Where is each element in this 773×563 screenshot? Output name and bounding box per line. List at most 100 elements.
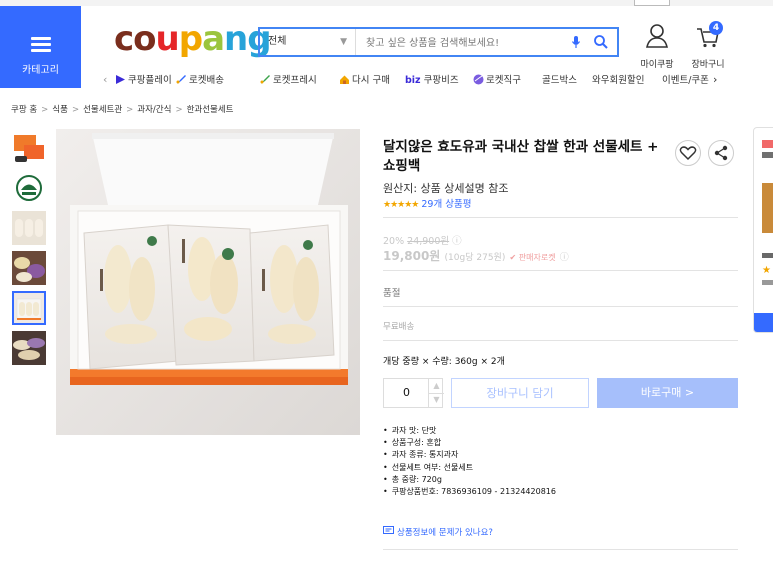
sold-out-label: 품절 [383, 288, 401, 299]
logo-letter: n [224, 19, 248, 59]
review-count-link[interactable]: 29개 상품평 [421, 199, 471, 210]
thumbnail-6[interactable] [12, 331, 46, 365]
mypage-button[interactable]: 마이쿠팡 [640, 23, 674, 70]
star-rating-icon: ★★★★★ [383, 200, 419, 210]
thumbnail-2-haccp[interactable] [12, 171, 46, 205]
logo-letter: u [155, 19, 180, 59]
side-recommendation-panel[interactable]: ★ [753, 127, 773, 333]
heart-icon [679, 146, 697, 161]
chevron-down-icon: ▼ [340, 37, 347, 47]
divider [383, 549, 738, 550]
quantity-up-icon[interactable]: ▲ [428, 379, 444, 394]
attribute-item: 쿠팡상품번호: 7836936109 - 21324420816 [383, 486, 556, 498]
rating-summary[interactable]: ★★★★★ 29개 상품평 [383, 196, 471, 210]
quantity-value[interactable]: 0 [384, 379, 429, 407]
nav-next-icon[interactable]: › [713, 73, 717, 86]
nav-item-buy-again[interactable]: 다시 구매 [339, 72, 390, 86]
thumbnail-5-selected[interactable] [12, 291, 46, 325]
house-icon [340, 75, 349, 84]
divider [383, 306, 738, 307]
breadcrumb: 쿠팡 홈 > 식품 > 선물세트관 > 과자/간식 > 한과선물세트 [11, 105, 234, 115]
side-product-image [762, 183, 773, 233]
breadcrumb-item[interactable]: 과자/간식 [137, 105, 171, 115]
nav-item-rocket-global[interactable]: 로켓직구 [473, 72, 521, 86]
main-product-image[interactable] [56, 129, 360, 435]
breadcrumb-item[interactable]: 한과선물세트 [187, 105, 234, 115]
product-title: 달지않은 효도유과 국내산 찹쌀 한과 선물세트 + 쇼핑백 [383, 139, 659, 174]
nav-item-coupang-play[interactable]: 쿠팡플레이 [115, 72, 172, 86]
side-panel-text [762, 152, 773, 158]
info-icon[interactable]: ⓘ [560, 253, 569, 263]
chat-icon [383, 526, 394, 534]
divider [383, 270, 738, 271]
user-icon [646, 24, 668, 48]
share-icon [714, 145, 728, 161]
thumbnail-1[interactable] [12, 131, 46, 165]
microphone-icon[interactable] [571, 35, 581, 50]
product-attributes: 과자 맛: 단맛 상품구성: 혼합 과자 종류: 통지과자 선물세트 여부: 선… [383, 425, 556, 498]
origin-info: 원산지: 상품 상세설명 참조 [383, 182, 509, 195]
logo-letter: a [202, 19, 225, 59]
quantity-info: 개당 중량 × 수량: 360g × 2개 [383, 357, 505, 367]
report-problem-link[interactable]: 상품정보에 문제가 있나요? [383, 526, 493, 538]
quantity-stepper[interactable]: 0 ▲ ▼ [383, 378, 444, 408]
info-icon[interactable]: ⓘ [452, 236, 462, 247]
logo-letter: o [133, 19, 156, 59]
quantity-down-icon[interactable]: ▼ [428, 393, 444, 407]
nav-item-rocket-delivery[interactable]: 로켓배송 [176, 72, 224, 86]
report-problem-label: 상품정보에 문제가 있나요? [397, 528, 493, 538]
category-menu-button[interactable]: 카테고리 [0, 6, 81, 88]
biz-logo: biz [405, 75, 421, 86]
price-info: 19,800원 (10g당 275원) ✔ 판매자로켓 ⓘ [383, 247, 569, 264]
attribute-item: 총 중량: 720g [383, 474, 556, 486]
thumbnail-3[interactable] [12, 211, 46, 245]
breadcrumb-item[interactable]: 선물세트관 [83, 105, 122, 115]
logo-letter: c [114, 19, 134, 59]
search-bar: 전체 ▼ [258, 27, 619, 57]
nav-item-wow-discount[interactable]: 와우회원할인 [592, 72, 644, 86]
nav-item-rocket-fresh[interactable]: 로켓프레시 [260, 72, 317, 86]
buy-now-button[interactable]: 바로구매 > [597, 378, 738, 408]
globe-icon [473, 74, 484, 85]
hamburger-icon [31, 37, 51, 52]
divider [383, 340, 738, 341]
nav-item-coupang-biz[interactable]: biz 쿠팡비즈 [405, 72, 459, 86]
divider [383, 217, 738, 218]
side-more-button[interactable] [754, 313, 773, 332]
share-button[interactable] [708, 140, 734, 166]
category-label: 카테고리 [22, 65, 59, 76]
cart-button[interactable]: 4 장바구니 [690, 21, 726, 70]
nav-item-event-coupon[interactable]: 이벤트/쿠폰 [662, 72, 709, 86]
search-scope-select[interactable]: 전체 ▼ [260, 29, 356, 55]
mypage-label: 마이쿠팡 [640, 60, 674, 70]
play-icon [116, 75, 125, 84]
nav-item-goldbox[interactable]: 골드박스 [542, 72, 577, 86]
fresh-rocket-icon [260, 75, 270, 84]
original-price: 24,900원 [407, 236, 450, 247]
rocket-icon [176, 75, 186, 84]
coupang-logo[interactable]: coupang [114, 19, 272, 59]
wishlist-button[interactable] [675, 140, 701, 166]
top-dropdown[interactable] [634, 0, 670, 6]
seller-rocket-badge: ✔ 판매자로켓 [509, 253, 556, 262]
attribute-item: 선물세트 여부: 선물세트 [383, 462, 556, 474]
unit-price: (10g당 275원) [444, 253, 506, 263]
breadcrumb-item[interactable]: 쿠팡 홈 [11, 105, 37, 115]
add-to-cart-button[interactable]: 장바구니 담기 [451, 378, 589, 408]
shortcut-nav: 쿠팡플레이 로켓배송 로켓프레시 다시 구매 biz 쿠팡비즈 로켓직구 골드박… [100, 70, 725, 88]
search-scope-label: 전체 [268, 36, 287, 47]
search-input[interactable] [356, 29, 568, 57]
discount-info: 20% 24,900원 ⓘ [383, 233, 462, 247]
thumbnail-4[interactable] [12, 251, 46, 285]
logo-letter: p [178, 19, 203, 59]
breadcrumb-item[interactable]: 식품 [52, 105, 68, 115]
top-strip [0, 0, 773, 6]
discount-rate: 20% [383, 236, 405, 247]
side-panel-tag [762, 140, 773, 148]
haccp-mark-icon [12, 171, 46, 205]
cart-count-badge: 4 [709, 21, 723, 35]
cart-label: 장바구니 [691, 60, 725, 70]
search-icon[interactable] [593, 34, 609, 50]
attribute-item: 과자 맛: 단맛 [383, 425, 556, 437]
attribute-item: 상품구성: 혼합 [383, 437, 556, 449]
